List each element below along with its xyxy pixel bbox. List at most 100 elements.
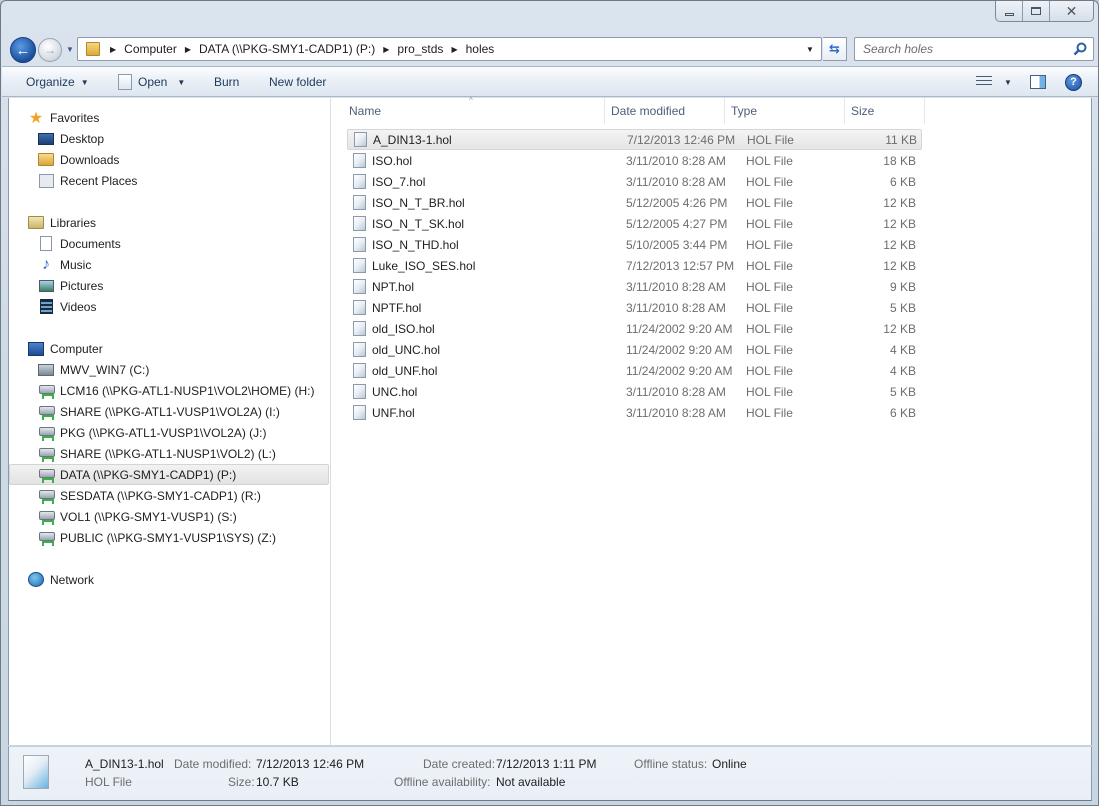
- network-drive-icon: [38, 384, 55, 399]
- file-row[interactable]: UNC.hol 3/11/2010 8:28 AM HOL File 5 KB: [347, 381, 922, 402]
- breadcrumb-arrow-icon[interactable]: ▶: [185, 45, 191, 54]
- file-row[interactable]: ISO_N_THD.hol 5/10/2005 3:44 PM HOL File 12…: [347, 234, 922, 255]
- column-header-size[interactable]: Size: [845, 98, 925, 124]
- file-date-modified: 11/24/2002 9:20 AM: [626, 342, 733, 357]
- sidebar-item-pictures[interactable]: Pictures: [9, 275, 329, 296]
- forward-button[interactable]: →: [38, 38, 62, 62]
- breadcrumb-arrow-icon[interactable]: ▶: [451, 45, 457, 54]
- sidebar-item-drive-s[interactable]: VOL1 (\\PKG-SMY1-VUSP1) (S:): [9, 506, 329, 527]
- title-bar[interactable]: ✕: [1, 1, 1098, 31]
- notepad-icon: [118, 74, 132, 90]
- sidebar-item-drive-l[interactable]: SHARE (\\PKG-ATL1-NUSP1\VOL2) (L:): [9, 443, 329, 464]
- sidebar-favorites[interactable]: ★ Favorites: [9, 107, 329, 128]
- column-header-type[interactable]: Type: [725, 98, 845, 124]
- search-box: [854, 37, 1094, 61]
- breadcrumb-holes[interactable]: holes: [466, 42, 495, 56]
- sidebar-item-desktop[interactable]: Desktop: [9, 128, 329, 149]
- sidebar-libraries[interactable]: Libraries: [9, 212, 329, 233]
- breadcrumb-data-drive[interactable]: DATA (\\PKG-SMY1-CADP1) (P:): [199, 42, 375, 56]
- file-type: HOL File: [746, 153, 793, 168]
- file-type: HOL File: [746, 216, 793, 231]
- file-date-modified: 5/12/2005 4:27 PM: [626, 216, 728, 231]
- file-type: HOL File: [746, 405, 793, 420]
- refresh-button[interactable]: ⇆: [823, 37, 847, 61]
- sidebar-item-drive-r[interactable]: SESDATA (\\PKG-SMY1-CADP1) (R:): [9, 485, 329, 506]
- sidebar-item-drive-c[interactable]: MWV_WIN7 (C:): [9, 359, 329, 380]
- file-row[interactable]: Luke_ISO_SES.hol 7/12/2013 12:57 PM HOL Fi…: [347, 255, 922, 276]
- column-header-date-modified[interactable]: Date modified: [605, 98, 725, 124]
- offline-availability-value: Not available: [496, 775, 566, 789]
- sidebar-item-videos[interactable]: Videos: [9, 296, 329, 317]
- file-size: 4 KB: [889, 363, 916, 378]
- file-date-modified: 5/12/2005 4:26 PM: [626, 195, 728, 210]
- file-row[interactable]: ISO_N_T_SK.hol 5/12/2005 4:27 PM HOL File 1…: [347, 213, 922, 234]
- preview-pane-button[interactable]: [1030, 67, 1046, 97]
- file-size: 12 KB: [883, 321, 916, 336]
- size-label: Size:: [228, 775, 255, 789]
- sidebar-computer[interactable]: Computer: [9, 338, 329, 359]
- search-icon[interactable]: [1073, 42, 1087, 56]
- breadcrumb-arrow-icon[interactable]: ▶: [383, 45, 389, 54]
- file-row[interactable]: A_DIN13-1.hol 7/12/2013 12:46 PM HOL File 1…: [347, 129, 922, 150]
- file-name: NPT.hol: [372, 279, 415, 294]
- file-date-modified: 5/10/2005 3:44 PM: [626, 237, 728, 252]
- sidebar-item-label: SHARE (\\PKG-ATL1-NUSP1\VOL2) (L:): [60, 446, 276, 461]
- file-date-modified: 3/11/2010 8:28 AM: [626, 405, 726, 420]
- file-name: A_DIN13-1.hol: [373, 132, 452, 147]
- file-row[interactable]: NPTF.hol 3/11/2010 8:28 AM HOL File 5 KB: [347, 297, 922, 318]
- sidebar-item-drive-h[interactable]: LCM16 (\\PKG-ATL1-NUSP1\VOL2\HOME) (H:): [9, 380, 329, 401]
- search-input[interactable]: [863, 42, 1063, 56]
- change-view-button[interactable]: ▼: [976, 67, 1012, 97]
- file-date-modified: 3/11/2010 8:28 AM: [626, 153, 726, 168]
- file-icon: [353, 321, 366, 336]
- close-button[interactable]: ✕: [1050, 1, 1093, 21]
- file-row[interactable]: old_ISO.hol 11/24/2002 9:20 AM HOL File 12 …: [347, 318, 922, 339]
- maximize-button[interactable]: [1023, 1, 1050, 21]
- open-button[interactable]: Open ▼: [118, 67, 185, 97]
- breadcrumb-arrow-icon[interactable]: ▶: [110, 45, 116, 54]
- organize-button[interactable]: Organize ▼: [26, 67, 89, 97]
- back-button[interactable]: ←: [10, 37, 36, 63]
- breadcrumb-pro-stds[interactable]: pro_stds: [397, 42, 443, 56]
- sidebar-item-drive-j[interactable]: PKG (\\PKG-ATL1-VUSP1\VOL2A) (J:): [9, 422, 329, 443]
- sidebar-item-music[interactable]: ♪ Music: [9, 254, 329, 275]
- burn-button[interactable]: Burn: [214, 67, 239, 97]
- sidebar-item-label: MWV_WIN7 (C:): [60, 362, 150, 377]
- file-row[interactable]: ISO_7.hol 3/11/2010 8:28 AM HOL File 6 KB: [347, 171, 922, 192]
- sidebar-network[interactable]: Network: [9, 569, 329, 590]
- help-button[interactable]: ?: [1065, 67, 1082, 97]
- file-name: old_UNC.hol: [372, 342, 441, 357]
- sidebar-item-drive-p[interactable]: DATA (\\PKG-SMY1-CADP1) (P:): [9, 464, 329, 485]
- sidebar-item-drive-i[interactable]: SHARE (\\PKG-ATL1-VUSP1\VOL2A) (I:): [9, 401, 329, 422]
- breadcrumb-computer[interactable]: Computer: [124, 42, 177, 56]
- column-header-name[interactable]: Name: [343, 98, 605, 124]
- date-created-value: 7/12/2013 1:11 PM: [496, 757, 597, 771]
- address-bar[interactable]: ▶ Computer ▶ DATA (\\PKG-SMY1-CADP1) (P:…: [77, 37, 822, 61]
- file-type: HOL File: [746, 258, 793, 273]
- file-row[interactable]: ISO_N_T_BR.hol 5/12/2005 4:26 PM HOL File 1…: [347, 192, 922, 213]
- file-size: 4 KB: [889, 342, 916, 357]
- file-row[interactable]: NPT.hol 3/11/2010 8:28 AM HOL File 9 KB: [347, 276, 922, 297]
- sidebar-item-recent-places[interactable]: Recent Places: [9, 170, 329, 191]
- network-drive-icon: [38, 489, 55, 504]
- sidebar-item-label: Desktop: [60, 131, 105, 146]
- file-row[interactable]: UNF.hol 3/11/2010 8:28 AM HOL File 6 KB: [347, 402, 922, 423]
- address-history-dropdown[interactable]: ▼: [801, 38, 819, 60]
- minimize-button[interactable]: [996, 1, 1023, 21]
- sidebar-item-downloads[interactable]: Downloads: [9, 149, 329, 170]
- close-icon: ✕: [1065, 2, 1078, 19]
- file-row[interactable]: ISO.hol 3/11/2010 8:28 AM HOL File 18 KB: [347, 150, 922, 171]
- file-icon: [353, 342, 366, 357]
- chevron-down-icon: ▼: [1004, 77, 1012, 87]
- sidebar-item-documents[interactable]: Documents: [9, 233, 329, 254]
- file-size: 12 KB: [883, 258, 916, 273]
- sidebar-item-drive-z[interactable]: PUBLIC (\\PKG-SMY1-VUSP1\SYS) (Z:): [9, 527, 329, 548]
- file-row[interactable]: old_UNC.hol 11/24/2002 9:20 AM HOL File 4 K…: [347, 339, 922, 360]
- file-name: ISO_N_T_SK.hol: [372, 216, 465, 231]
- new-folder-button[interactable]: New folder: [269, 67, 326, 97]
- recent-pages-button[interactable]: ▼: [65, 43, 75, 55]
- file-size: 12 KB: [883, 195, 916, 210]
- file-row[interactable]: old_UNF.hol 11/24/2002 9:20 AM HOL File 4 K…: [347, 360, 922, 381]
- file-icon: [353, 195, 366, 210]
- file-name: old_ISO.hol: [372, 321, 435, 336]
